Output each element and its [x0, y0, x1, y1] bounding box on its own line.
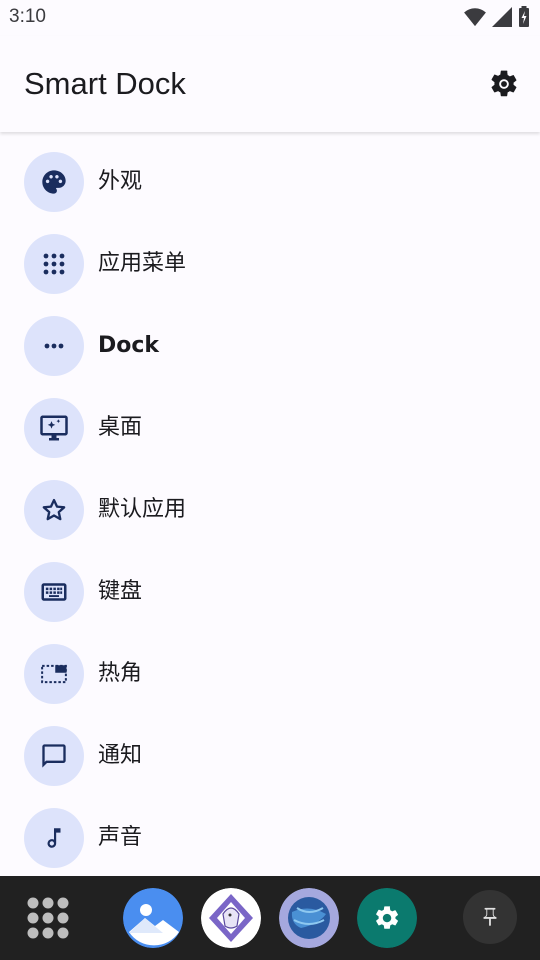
list-item-label: 外观	[98, 169, 143, 194]
list-item-label: 声音	[98, 825, 143, 850]
app-launcher-button[interactable]	[26, 896, 70, 940]
pin-button[interactable]	[463, 890, 517, 944]
list-item-label: 桌面	[98, 415, 143, 440]
dock-app-gallery[interactable]	[123, 888, 183, 948]
settings-app-icon	[357, 888, 417, 948]
palette-icon	[42, 170, 66, 194]
app-title: Smart Dock	[24, 66, 186, 101]
list-item-notifications[interactable]: 通知	[0, 715, 540, 797]
list-item-app-menu[interactable]: 应用菜单	[0, 223, 540, 305]
list-item-desktop[interactable]: 桌面	[0, 387, 540, 469]
list-item-label: Dock	[98, 333, 160, 358]
keyboard-icon-circle	[24, 562, 84, 622]
more-horiz-icon	[44, 343, 64, 349]
list-item-label: 键盘	[98, 579, 143, 604]
dock-bar	[0, 876, 540, 960]
keyboard-icon	[41, 583, 67, 601]
settings-button[interactable]	[486, 66, 522, 102]
settings-list: 外观 应用菜单 Dock 桌面 默认应用 键盘 热角 通知 声音	[0, 132, 540, 879]
apps-icon-circle	[24, 234, 84, 294]
dock-app-settings[interactable]	[357, 888, 417, 948]
pin-icon	[483, 907, 497, 927]
pdf-app-icon	[201, 888, 261, 948]
dock-app-pdf[interactable]	[201, 888, 261, 948]
star-icon-circle	[24, 480, 84, 540]
list-item-hot-corners[interactable]: 热角	[0, 633, 540, 715]
list-item-appearance[interactable]: 外观	[0, 141, 540, 223]
browser-app-icon	[279, 888, 339, 948]
gear-icon	[491, 70, 517, 97]
list-item-dock[interactable]: Dock	[0, 305, 540, 387]
list-item-sound[interactable]: 声音	[0, 797, 540, 879]
apps-grid-icon	[43, 253, 65, 275]
list-item-label: 通知	[98, 743, 143, 768]
more-icon-circle	[24, 316, 84, 376]
music-note-icon	[47, 828, 61, 848]
list-item-label: 热角	[98, 661, 143, 686]
star-icon	[42, 498, 66, 521]
status-icons	[464, 6, 530, 28]
gallery-app-icon	[123, 888, 183, 948]
desktop-icon	[40, 415, 68, 441]
music-icon-circle	[24, 808, 84, 868]
desktop-icon-circle	[24, 398, 84, 458]
list-item-keyboard[interactable]: 键盘	[0, 551, 540, 633]
palette-icon-circle	[24, 152, 84, 212]
battery-charging-icon	[519, 6, 529, 27]
dock-app-browser[interactable]	[279, 888, 339, 948]
signal-icon	[492, 7, 512, 27]
app-bar: Smart Dock	[0, 36, 540, 132]
list-item-default-apps[interactable]: 默认应用	[0, 469, 540, 551]
hot-corner-icon	[41, 664, 67, 684]
list-item-label: 默认应用	[98, 497, 187, 522]
status-bar: 3:10	[0, 0, 540, 36]
apps-grid-icon	[27, 897, 69, 939]
status-time: 3:10	[9, 6, 46, 27]
list-item-label: 应用菜单	[98, 251, 187, 276]
message-icon	[42, 744, 66, 768]
message-icon-circle	[24, 726, 84, 786]
hot-corner-icon-circle	[24, 644, 84, 704]
wifi-icon	[464, 8, 486, 27]
